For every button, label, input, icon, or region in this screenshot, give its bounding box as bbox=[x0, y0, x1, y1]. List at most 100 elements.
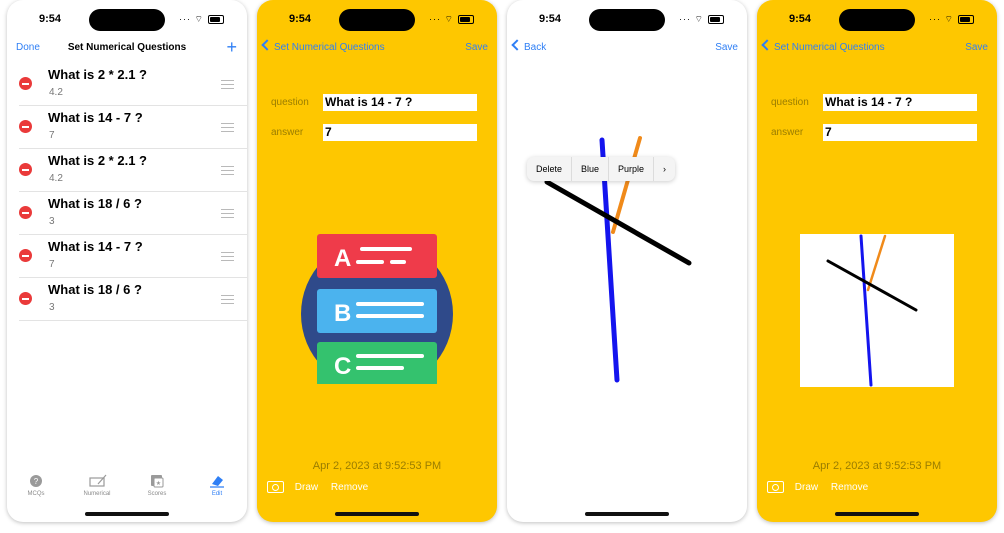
line-a1 bbox=[360, 247, 412, 251]
reorder-handle-icon[interactable] bbox=[221, 80, 234, 92]
tab-label: Scores bbox=[147, 491, 167, 497]
letter-a: A bbox=[334, 245, 351, 272]
delete-icon[interactable] bbox=[19, 163, 32, 176]
back-button[interactable]: Set Numerical Questions bbox=[261, 39, 385, 53]
status-time: 9:54 bbox=[539, 13, 562, 25]
battery-icon bbox=[207, 15, 224, 25]
back-label: Back bbox=[524, 42, 547, 53]
timestamp: Apr 2, 2023 at 9:52:53 PM bbox=[812, 460, 942, 472]
orange-stroke[interactable] bbox=[611, 136, 642, 234]
list-item[interactable]: What is 18 / 6 ? 3 bbox=[19, 192, 247, 235]
status-icons: ··· ⌔ bbox=[679, 14, 724, 25]
answer-label: answer bbox=[771, 127, 804, 138]
tab-scores[interactable]: ★ Scores bbox=[137, 474, 177, 497]
line-a3 bbox=[390, 260, 406, 264]
scores-icon: ★ bbox=[149, 474, 165, 488]
menu-purple[interactable]: Purple bbox=[609, 157, 655, 181]
tab-edit[interactable]: Edit bbox=[197, 474, 237, 497]
reorder-handle-icon[interactable] bbox=[221, 166, 234, 178]
reorder-handle-icon[interactable] bbox=[221, 252, 234, 264]
line-c2 bbox=[356, 366, 404, 370]
svg-text:?: ? bbox=[34, 477, 39, 486]
eraser-icon bbox=[209, 474, 225, 488]
phone-drawing: 9:54 ··· ⌔ Back Save Delete Blue Purple … bbox=[507, 0, 747, 522]
save-button[interactable]: Save bbox=[715, 42, 738, 53]
save-button[interactable]: Save bbox=[965, 42, 988, 53]
menu-delete[interactable]: Delete bbox=[527, 157, 573, 181]
answer-text: 7 bbox=[49, 259, 55, 270]
camera-icon[interactable] bbox=[767, 481, 784, 493]
add-question-button[interactable]: + bbox=[226, 37, 237, 58]
answer-input[interactable]: 7 bbox=[823, 124, 977, 141]
line-b1 bbox=[356, 302, 424, 306]
context-menu: Delete Blue Purple › bbox=[527, 157, 676, 181]
list-item[interactable]: What is 14 - 7 ? 7 bbox=[19, 235, 247, 278]
delete-icon[interactable] bbox=[19, 249, 32, 262]
answer-text: 3 bbox=[49, 302, 55, 313]
reorder-handle-icon[interactable] bbox=[221, 209, 234, 221]
question-input[interactable]: What is 14 - 7 ? bbox=[823, 94, 977, 111]
dynamic-island bbox=[339, 9, 415, 31]
draw-button[interactable]: Draw bbox=[795, 482, 818, 493]
phone-edit-question-with-drawing: 9:54 ··· ⌔ Set Numerical Questions Save … bbox=[757, 0, 997, 522]
remove-button[interactable]: Remove bbox=[831, 482, 868, 493]
home-indicator bbox=[585, 512, 669, 516]
timestamp: Apr 2, 2023 at 9:52:53 PM bbox=[312, 460, 442, 472]
black-stroke[interactable] bbox=[544, 179, 692, 266]
drawing-image[interactable] bbox=[800, 234, 954, 387]
reorder-handle-icon[interactable] bbox=[221, 295, 234, 307]
list-item[interactable]: What is 18 / 6 ? 3 bbox=[19, 278, 247, 321]
answer-input[interactable]: 7 bbox=[323, 124, 477, 141]
orange-stroke bbox=[866, 234, 887, 292]
draw-button[interactable]: Draw bbox=[295, 482, 318, 493]
signal-icon: ··· bbox=[679, 14, 691, 24]
bottom-toolbar: Draw Remove bbox=[267, 481, 378, 493]
remove-button[interactable]: Remove bbox=[331, 482, 368, 493]
chevron-left-icon bbox=[261, 39, 273, 51]
signal-icon: ··· bbox=[429, 14, 441, 24]
phone-edit-question: 9:54 ··· ⌔ Set Numerical Questions Save … bbox=[257, 0, 497, 522]
camera-icon[interactable] bbox=[267, 481, 284, 493]
answer-text: 7 bbox=[49, 130, 55, 141]
answer-label: answer bbox=[271, 127, 304, 138]
back-button[interactable]: Back bbox=[511, 39, 547, 53]
home-indicator bbox=[835, 512, 919, 516]
delete-icon[interactable] bbox=[19, 292, 32, 305]
line-c1 bbox=[356, 354, 424, 358]
battery-icon bbox=[707, 15, 724, 25]
list-item[interactable]: What is 2 * 2.1 ? 4.2 bbox=[19, 149, 247, 192]
status-bar: 9:54 ··· ⌔ bbox=[7, 0, 247, 40]
blue-stroke bbox=[859, 234, 873, 387]
nav-bar: Set Numerical Questions Save bbox=[257, 39, 497, 58]
back-button[interactable]: Set Numerical Questions bbox=[761, 39, 885, 53]
status-time: 9:54 bbox=[289, 13, 312, 25]
delete-icon[interactable] bbox=[19, 206, 32, 219]
delete-icon[interactable] bbox=[19, 120, 32, 133]
menu-more-chevron-icon[interactable]: › bbox=[654, 157, 675, 181]
back-label: Set Numerical Questions bbox=[274, 42, 385, 53]
status-bar: 9:54 ··· ⌔ bbox=[757, 0, 997, 40]
nav-bar: Set Numerical Questions Save bbox=[757, 39, 997, 58]
dynamic-island bbox=[839, 9, 915, 31]
menu-blue[interactable]: Blue bbox=[572, 157, 610, 181]
answer-text: 4.2 bbox=[49, 87, 63, 98]
question-text: What is 18 / 6 ? bbox=[48, 282, 142, 297]
tab-numerical[interactable]: Numerical bbox=[77, 474, 117, 497]
signal-icon: ··· bbox=[929, 14, 941, 24]
question-input[interactable]: What is 14 - 7 ? bbox=[323, 94, 477, 111]
list-item[interactable]: What is 14 - 7 ? 7 bbox=[19, 106, 247, 149]
list-item[interactable]: What is 2 * 2.1 ? 4.2 bbox=[19, 63, 247, 106]
quiz-illustration: A B C bbox=[301, 234, 453, 384]
page-title: Set Numerical Questions bbox=[67, 42, 187, 53]
question-text: What is 14 - 7 ? bbox=[48, 239, 143, 254]
status-bar: 9:54 ··· ⌔ bbox=[507, 0, 747, 40]
question-field: question What is 14 - 7 ? bbox=[771, 94, 981, 111]
status-bar: 9:54 ··· ⌔ bbox=[257, 0, 497, 40]
save-button[interactable]: Save bbox=[465, 42, 488, 53]
reorder-handle-icon[interactable] bbox=[221, 123, 234, 135]
answer-text: 3 bbox=[49, 216, 55, 227]
question-label: question bbox=[771, 97, 809, 108]
question-text: What is 2 * 2.1 ? bbox=[48, 153, 147, 168]
tab-mcqs[interactable]: ? MCQs bbox=[16, 474, 56, 497]
delete-icon[interactable] bbox=[19, 77, 32, 90]
